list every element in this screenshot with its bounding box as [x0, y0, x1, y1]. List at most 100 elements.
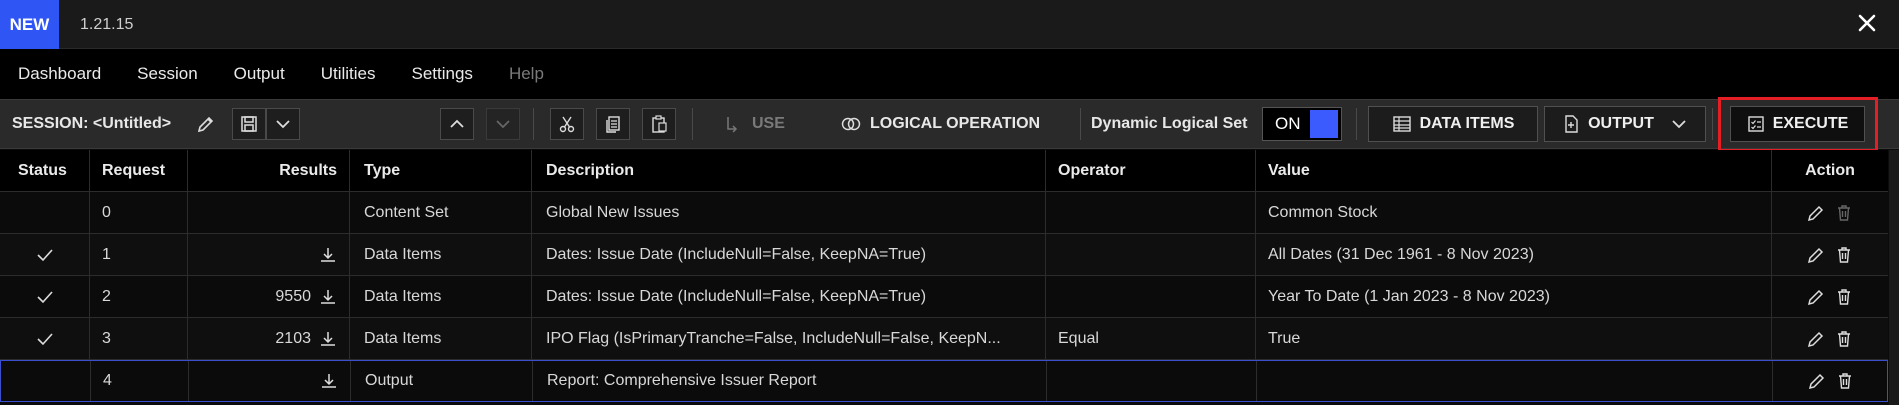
trash-icon[interactable] — [1835, 246, 1853, 264]
header-value[interactable]: Value — [1256, 150, 1772, 191]
execute-highlight — [1718, 97, 1878, 152]
download-icon[interactable] — [319, 330, 337, 348]
logical-operation-button[interactable]: LOGICAL OPERATION — [840, 100, 1040, 148]
dynamic-logical-set-text: Dynamic Logical Set — [1091, 115, 1248, 132]
action-cell — [1773, 361, 1889, 401]
vertical-scrollbar[interactable] — [1889, 150, 1899, 405]
type-cell: Data Items — [350, 234, 532, 275]
chevron-down-icon — [276, 120, 290, 129]
divider — [533, 108, 534, 140]
request-cell: 3 — [90, 318, 188, 359]
version-label: 1.21.15 — [80, 16, 134, 33]
edit-icon[interactable] — [1807, 246, 1825, 264]
table-row[interactable]: 0 Content Set Global New Issues Common S… — [0, 192, 1888, 234]
download-icon[interactable] — [319, 288, 337, 306]
value-cell: Common Stock — [1256, 192, 1772, 233]
chevron-down-icon — [496, 120, 510, 129]
menu-settings[interactable]: Settings — [412, 64, 473, 84]
edit-icon[interactable] — [1807, 204, 1825, 222]
results-cell — [188, 234, 350, 275]
data-items-button[interactable]: DATA ITEMS — [1368, 106, 1538, 142]
download-icon[interactable] — [320, 372, 338, 390]
chevron-down-icon — [1672, 120, 1686, 129]
value-cell — [1257, 361, 1773, 401]
save-options-button[interactable] — [266, 108, 300, 140]
menu-utilities[interactable]: Utilities — [321, 64, 376, 84]
header-operator[interactable]: Operator — [1046, 150, 1256, 191]
dynamic-logical-set-toggle[interactable]: ON — [1262, 107, 1342, 141]
action-cell — [1772, 318, 1888, 359]
session-label: SESSION: <Untitled> — [12, 115, 172, 132]
status-cell — [0, 192, 90, 233]
description-cell: Dates: Issue Date (IncludeNull=False, Ke… — [532, 234, 1046, 275]
description-cell: IPO Flag (IsPrimaryTranche=False, Includ… — [532, 318, 1046, 359]
divider — [692, 108, 693, 140]
toggle-knob — [1310, 110, 1338, 138]
check-icon — [36, 332, 53, 345]
menu-output[interactable]: Output — [234, 64, 285, 84]
type-cell: Output — [351, 361, 533, 401]
action-cell — [1772, 192, 1888, 233]
check-icon — [36, 248, 53, 261]
description-cell: Report: Comprehensive Issuer Report — [533, 361, 1047, 401]
description-cell: Dates: Issue Date (IncludeNull=False, Ke… — [532, 276, 1046, 317]
header-results[interactable]: Results — [188, 150, 350, 191]
table-row[interactable]: 2 9550 Data Items Dates: Issue Date (Inc… — [0, 276, 1888, 318]
results-cell — [189, 361, 351, 401]
move-down-button[interactable] — [486, 108, 520, 140]
results-value: 9550 — [275, 287, 311, 305]
operator-cell: Equal — [1046, 318, 1256, 359]
edit-icon[interactable] — [1807, 288, 1825, 306]
download-icon[interactable] — [319, 246, 337, 264]
copy-button[interactable] — [596, 108, 630, 140]
type-cell: Data Items — [350, 318, 532, 359]
status-cell — [0, 276, 90, 317]
use-button[interactable]: USE — [724, 100, 785, 148]
menu-help[interactable]: Help — [509, 64, 544, 84]
trash-icon[interactable] — [1836, 372, 1854, 390]
header-request[interactable]: Request — [90, 150, 188, 191]
paste-button[interactable] — [642, 108, 676, 140]
use-icon — [727, 117, 738, 133]
table-icon — [1392, 116, 1411, 132]
table-row[interactable]: 4 Output Report: Comprehensive Issuer Re… — [0, 360, 1888, 402]
dynamic-logical-set-label: Dynamic Logical Set — [1091, 100, 1248, 148]
edit-session-icon[interactable] — [196, 100, 216, 148]
action-cell — [1772, 276, 1888, 317]
cut-button[interactable] — [550, 108, 584, 140]
results-cell — [188, 192, 350, 233]
output-button[interactable]: OUTPUT — [1544, 106, 1706, 142]
request-cell: 2 — [90, 276, 188, 317]
trash-icon[interactable] — [1835, 330, 1853, 348]
operator-cell — [1046, 276, 1256, 317]
header-type[interactable]: Type — [350, 150, 532, 191]
title-bar: NEW 1.21.15 — [0, 0, 1899, 49]
results-value: 2103 — [275, 329, 311, 347]
results-cell: 2103 — [188, 318, 350, 359]
edit-icon[interactable] — [1807, 330, 1825, 348]
chevron-up-icon — [450, 119, 464, 128]
status-cell — [0, 234, 90, 275]
trash-icon[interactable] — [1835, 204, 1853, 222]
paste-icon — [652, 115, 667, 133]
check-icon — [36, 290, 53, 303]
save-button[interactable] — [232, 108, 266, 140]
table-row[interactable]: 1 Data Items Dates: Issue Date (IncludeN… — [0, 234, 1888, 276]
close-icon[interactable] — [1855, 12, 1879, 36]
divider — [1712, 108, 1713, 140]
header-description[interactable]: Description — [532, 150, 1046, 191]
action-cell — [1772, 234, 1888, 275]
table-row[interactable]: 3 2103 Data Items IPO Flag (IsPrimaryTra… — [0, 318, 1888, 360]
move-up-button[interactable] — [440, 108, 474, 140]
data-items-label: DATA ITEMS — [1419, 115, 1515, 132]
header-status[interactable]: Status — [0, 150, 90, 191]
logical-operation-icon — [841, 117, 861, 131]
trash-icon[interactable] — [1835, 288, 1853, 306]
edit-icon[interactable] — [1808, 372, 1826, 390]
operator-cell — [1046, 192, 1256, 233]
toggle-state: ON — [1275, 114, 1301, 133]
menu-dashboard[interactable]: Dashboard — [18, 64, 101, 84]
menu-session[interactable]: Session — [137, 64, 197, 84]
operator-cell — [1047, 361, 1257, 401]
operator-cell — [1046, 234, 1256, 275]
